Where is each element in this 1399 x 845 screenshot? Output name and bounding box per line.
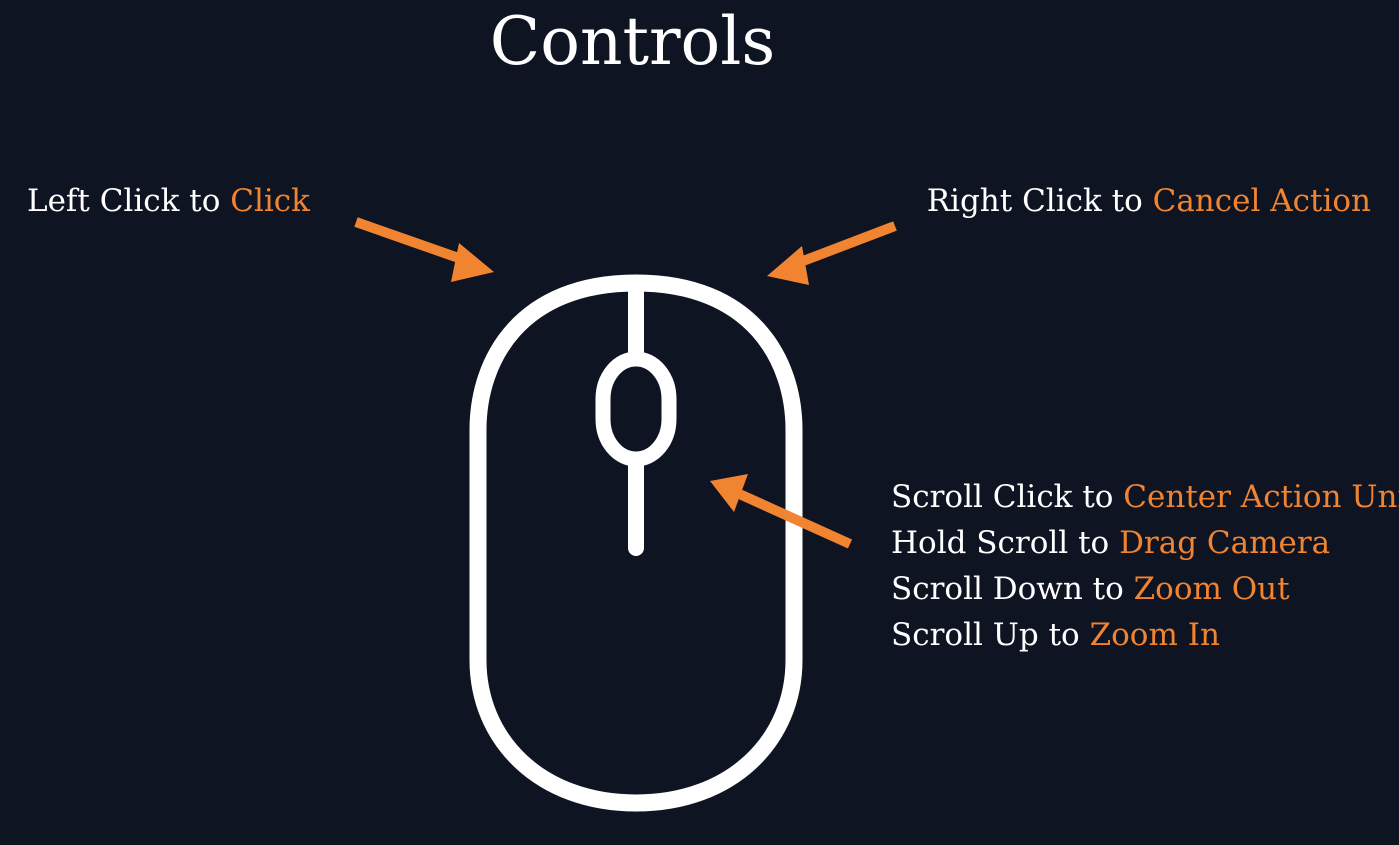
right-click-arrow-icon (767, 221, 897, 285)
controls-diagram (354, 217, 897, 812)
left-click-arrow-icon (354, 217, 494, 282)
mouse-icon (469, 274, 803, 812)
scroll-arrow-icon (710, 474, 853, 549)
